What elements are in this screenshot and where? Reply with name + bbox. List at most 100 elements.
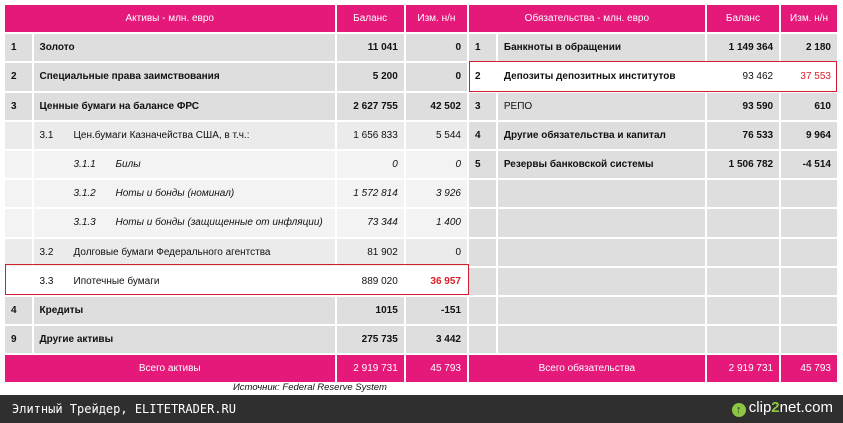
row-balance: 1015 [336, 296, 404, 325]
row-index: 3.1 [39, 129, 54, 141]
row-change: 0 [405, 63, 467, 91]
total-balance: 2 919 731 [336, 355, 404, 383]
row-label: Ценные бумаги на балансе ФРС [33, 92, 335, 120]
assets-row: 3.1.3 Ноты и бонды (защищенные от инфляци… [5, 209, 467, 237]
assets-header-row: Активы - млн. евро Баланс Изм. н/н [5, 5, 467, 33]
empty-row [469, 209, 837, 237]
liabilities-header-row: Обязательства - млн. евро Баланс Изм. н/… [469, 5, 837, 33]
row-index: 4 [5, 296, 32, 325]
assets-row: 2 Специальные права заимствования 5 200 … [5, 63, 467, 91]
row-change: 3 442 [405, 326, 467, 354]
row-balance: 889 020 [336, 267, 404, 295]
brand-logo: ↑ clip2net.com [731, 399, 833, 417]
row-label: Депозиты депозитных институтов [497, 63, 705, 91]
assets-row: 3.2 Долговые бумаги Федерального агентств… [5, 238, 467, 266]
liabilities-header-title: Обязательства - млн. евро [469, 5, 705, 33]
row-balance: 1 506 782 [706, 150, 780, 179]
row-change: -151 [405, 296, 467, 325]
row-balance: 11 041 [336, 34, 404, 62]
row-index: 3.2 [39, 246, 54, 258]
row-index: 1 [5, 34, 32, 62]
liabilities-row: 4 Другие обязательства и капитал 76 533 … [469, 121, 837, 149]
row-label: Специальные права заимствования [33, 63, 335, 91]
empty-row [469, 238, 837, 266]
row-label: Банкноты в обращении [497, 34, 705, 62]
row-label: 3.1.1 Билы [33, 150, 335, 179]
row-change: 5 544 [405, 121, 467, 149]
row-change: 0 [405, 238, 467, 266]
liabilities-row: 3 РЕПО 93 590 610 [469, 92, 837, 120]
assets-row: 3.1 Цен.бумаги Казначейства США, в т.ч.: … [5, 121, 467, 149]
liabilities-row: 5 Резервы банковской системы 1 506 782 -… [469, 150, 837, 179]
total-label: Всего обязательства [469, 355, 705, 383]
assets-row: 1 Золото 11 041 0 [5, 34, 467, 62]
row-index: 2 [469, 63, 496, 91]
liabilities-row-highlighted: 2 Депозиты депозитных институтов 93 462 … [469, 63, 837, 91]
row-index: 2 [5, 63, 32, 91]
row-label: 3.1.3 Ноты и бонды (защищенные от инфляци… [33, 209, 335, 237]
empty-row [469, 180, 837, 208]
row-change: 37 553 [781, 63, 837, 91]
row-index: 9 [5, 326, 32, 354]
row-label: 3.1.2 Ноты и бонды (номинал) [33, 180, 335, 208]
row-balance: 81 902 [336, 238, 404, 266]
row-change: 1 400 [405, 209, 467, 237]
total-label: Всего активы [5, 355, 335, 383]
assets-header-balance: Баланс [336, 5, 404, 33]
empty-row [469, 296, 837, 325]
row-change: 9 964 [781, 121, 837, 149]
source-note: Источник: Federal Reserve System [233, 382, 387, 393]
assets-header-change: Изм. н/н [405, 5, 467, 33]
row-index: 3.3 [39, 275, 54, 287]
row-change: 36 957 [405, 267, 467, 295]
footer-text: Элитный Трейдер, ELITETRADER.RU [12, 402, 236, 416]
row-change: -4 514 [781, 150, 837, 179]
empty-row [469, 267, 837, 295]
liabilities-table: Обязательства - млн. евро Баланс Изм. н/… [467, 3, 839, 384]
assets-total-row: Всего активы 2 919 731 45 793 [5, 355, 467, 383]
screenshot-stage: Активы - млн. евро Баланс Изм. н/н 1 Зол… [0, 0, 843, 423]
row-balance: 76 533 [706, 121, 780, 149]
assets-header-title: Активы - млн. евро [5, 5, 335, 33]
row-balance: 2 627 755 [336, 92, 404, 120]
assets-table: Активы - млн. евро Баланс Изм. н/н 1 Зол… [3, 3, 469, 384]
row-change: 610 [781, 92, 837, 120]
total-change: 45 793 [781, 355, 837, 383]
row-change: 0 [405, 150, 467, 179]
row-change: 42 502 [405, 92, 467, 120]
assets-row: 3 Ценные бумаги на балансе ФРС 2 627 755… [5, 92, 467, 120]
row-balance: 93 590 [706, 92, 780, 120]
assets-row: 3.1.1 Билы 0 0 [5, 150, 467, 179]
row-index: 3.1.3 [73, 217, 96, 229]
row-index: 3 [5, 92, 32, 120]
row-balance: 0 [336, 150, 404, 179]
row-index: 3.1.1 [73, 159, 96, 171]
row-index: 4 [469, 121, 496, 149]
total-change: 45 793 [405, 355, 467, 383]
row-balance: 5 200 [336, 63, 404, 91]
watermark-footer: Элитный Трейдер, ELITETRADER.RU ↑ clip2ne… [0, 395, 843, 423]
row-label: Кредиты [33, 296, 335, 325]
row-index: 1 [469, 34, 496, 62]
liabilities-header-change: Изм. н/н [781, 5, 837, 33]
liabilities-row: 1 Банкноты в обращении 1 149 364 2 180 [469, 34, 837, 62]
row-balance: 1 149 364 [706, 34, 780, 62]
row-label: 3.1 Цен.бумаги Казначейства США, в т.ч.: [33, 121, 335, 149]
liabilities-header-balance: Баланс [706, 5, 780, 33]
liabilities-total-row: Всего обязательства 2 919 731 45 793 [469, 355, 837, 383]
row-change: 3 926 [405, 180, 467, 208]
row-label: Другие активы [33, 326, 335, 354]
total-balance: 2 919 731 [706, 355, 780, 383]
row-label: Резервы банковской системы [497, 150, 705, 179]
row-index: 5 [469, 150, 496, 179]
row-label: 3.3 Ипотечные бумаги [33, 267, 335, 295]
upload-arrow-icon: ↑ [731, 403, 746, 417]
row-index: 3.1.2 [73, 188, 96, 200]
row-change: 0 [405, 34, 467, 62]
row-balance: 1 572 814 [336, 180, 404, 208]
row-change: 2 180 [781, 34, 837, 62]
row-balance: 73 344 [336, 209, 404, 237]
row-balance: 93 462 [706, 63, 780, 91]
empty-row [469, 326, 837, 354]
row-balance: 1 656 833 [336, 121, 404, 149]
